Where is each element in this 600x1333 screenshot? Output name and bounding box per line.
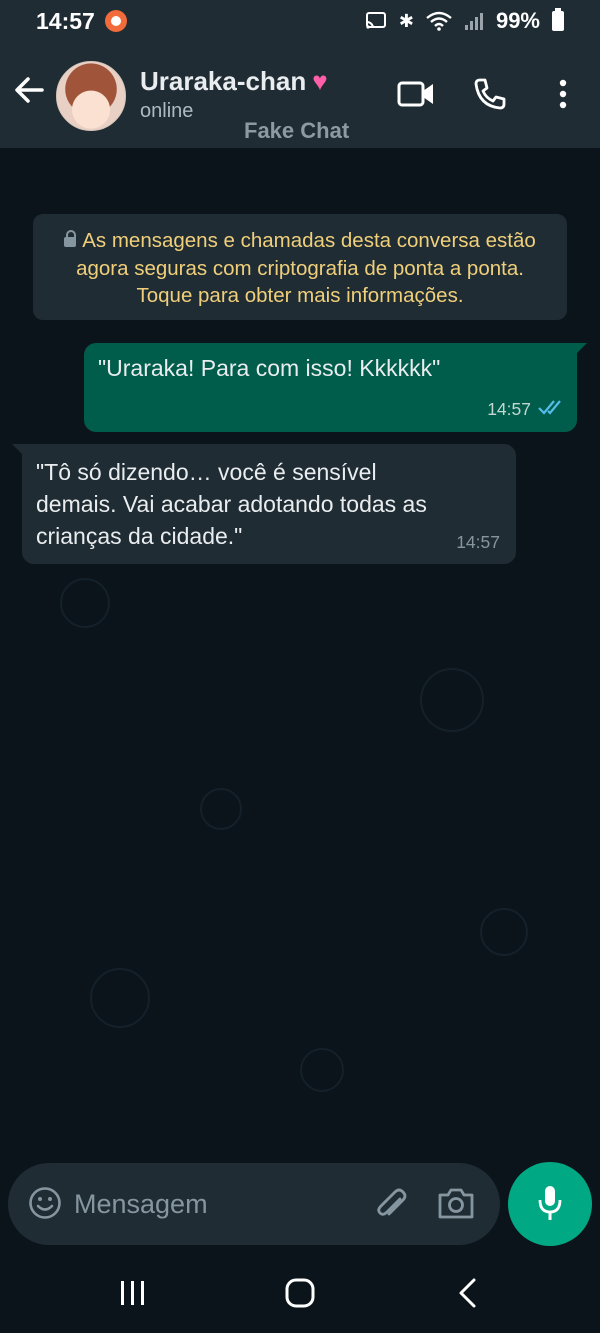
message-text: "Tô só dizendo… você é sensível demais. … [36,459,427,549]
wifi-icon [426,11,452,31]
contact-presence: online [140,100,194,122]
wallpaper-doodle [200,788,242,830]
signal-icon [464,13,483,30]
outgoing-message[interactable]: "Uraraka! Para com isso! Kkkkkk" 14:57 [84,343,587,432]
message-text: "Uraraka! Para com isso! Kkkkkk" [98,355,441,381]
wallpaper-doodle [90,968,150,1028]
chat-header: Uraraka-chan ♥ online Fake Chat [0,44,600,148]
recent-apps-icon[interactable] [118,1279,148,1307]
wallpaper-doodle [60,578,110,628]
phone-icon [474,78,506,110]
lock-icon [64,230,77,247]
voice-message-button[interactable] [508,1162,592,1246]
camera-icon[interactable] [436,1185,476,1221]
arrow-left-icon[interactable] [12,70,48,110]
battery-percent: 99% [495,8,540,33]
contact-name[interactable]: Uraraka-chan [140,66,306,96]
microphone-icon [538,1186,562,1220]
status-time: 14:57 [36,8,95,34]
battery-icon [552,8,564,31]
more-options-button[interactable] [543,74,583,114]
encryption-notice[interactable]: As mensagens e chamadas desta conversa e… [33,214,567,320]
message-time: 14:57 [487,399,531,419]
system-nav-bar [0,1253,600,1333]
read-receipt-icon [538,400,561,415]
more-vertical-icon [559,79,567,109]
incoming-message[interactable]: "Tô só dizendo… você é sensível demais. … [12,444,516,564]
bluetooth-icon: ✱ [398,10,414,31]
contact-avatar[interactable] [56,61,126,131]
home-icon[interactable] [284,1277,316,1309]
voice-call-button[interactable] [470,74,510,114]
message-input[interactable]: Mensagem [74,1189,208,1220]
video-call-button[interactable] [396,74,436,114]
video-camera-icon [397,81,433,107]
status-icons: ✱ 99% [365,8,564,34]
message-time: 14:57 [456,532,500,552]
fake-chat-watermark: Fake Chat [244,118,350,143]
status-bar: 14:57 ✱ 99% [0,0,600,44]
wallpaper-doodle [480,908,528,956]
paperclip-icon[interactable] [372,1185,412,1225]
nav-back-icon[interactable] [456,1277,480,1309]
contact-name-row[interactable]: Uraraka-chan ♥ [140,66,328,97]
wallpaper-doodle [300,1048,344,1092]
sparkling-heart-icon: ♥ [312,66,328,96]
emoji-icon[interactable] [28,1186,62,1220]
message-composer[interactable]: Mensagem [8,1163,500,1245]
wallpaper-doodle [420,668,484,732]
encryption-notice-text: As mensagens e chamadas desta conversa e… [76,229,536,307]
screen-recorder-icon [105,10,127,32]
cast-icon [365,12,386,29]
chat-area[interactable]: As mensagens e chamadas desta conversa e… [0,148,600,1158]
